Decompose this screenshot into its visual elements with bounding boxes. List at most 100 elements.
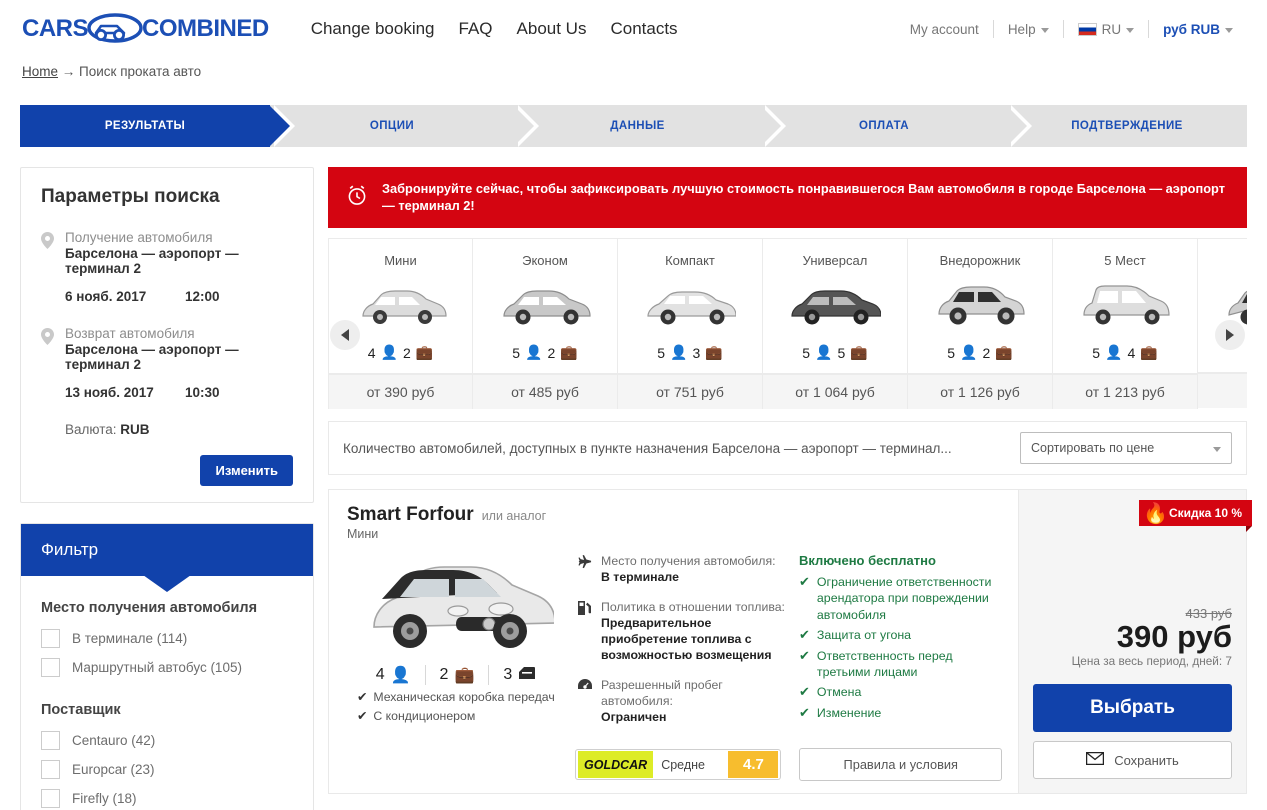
chevron-right-icon: [1226, 329, 1234, 342]
check-icon: ✔: [799, 683, 810, 699]
pickup-block: Получение автомобиля Барселона — аэропор…: [41, 230, 293, 276]
return-label: Возврат автомобиля: [65, 326, 195, 341]
checkbox[interactable]: [41, 629, 60, 648]
included-item: ✔ Защита от угона: [799, 627, 1002, 644]
car-feature-aircon: ✔ С кондиционером: [347, 709, 565, 723]
terms-and-conditions-button[interactable]: Правила и условия: [799, 748, 1002, 782]
breadcrumb: Home → Поиск проката авто: [0, 58, 1267, 79]
filter-option-centauro[interactable]: Centauro (42): [41, 726, 293, 755]
included-item-label: Изменение: [816, 705, 882, 720]
filter-option-in-terminal[interactable]: В терминале (114): [41, 624, 293, 653]
category-card-estate[interactable]: Универсал 5 👤 5 💼 от 1 064 руб: [763, 238, 908, 410]
filter-pointer-icon: [143, 575, 191, 592]
category-car-image: [618, 274, 762, 336]
airplane-icon: [577, 553, 592, 585]
category-card-compact[interactable]: Компакт 5 👤 3 💼 от 751 руб: [618, 238, 763, 410]
category-card-economy[interactable]: Эконом 5 👤 2 💼 от 485 руб: [473, 238, 618, 410]
step-results[interactable]: РЕЗУЛЬТАТЫ: [20, 105, 295, 147]
car-or-similar: или аналог: [481, 509, 547, 524]
envelope-icon: [1086, 752, 1105, 768]
main-navigation: Change booking FAQ About Us Contacts: [311, 19, 678, 39]
car-capacity-row: 4 👤 2 💼 3: [347, 665, 565, 686]
car-class: Мини: [347, 527, 379, 542]
category-body: Компакт 5 👤 3 💼: [618, 238, 762, 375]
check-icon: ✔: [799, 647, 810, 663]
my-account-link[interactable]: My account: [896, 22, 993, 37]
bags-count: 3: [692, 344, 701, 361]
flame-icon: 🔥: [1142, 503, 1168, 526]
availability-text: Количество автомобилей, доступных в пунк…: [343, 440, 952, 456]
check-icon: ✔: [799, 574, 810, 590]
check-icon: ✔: [799, 626, 810, 642]
filter-option-label: Маршрутный автобус (105): [72, 660, 242, 675]
pickup-label: Получение автомобиля: [65, 230, 213, 245]
suitcase-icon: 💼: [454, 667, 475, 685]
step-data[interactable]: ДАННЫЕ: [514, 105, 786, 147]
category-price: от 485 руб: [473, 374, 617, 410]
bags-count: 2: [439, 666, 449, 684]
person-icon: 👤: [390, 667, 411, 685]
step-options[interactable]: ОПЦИИ: [270, 105, 539, 147]
nav-item-faq[interactable]: FAQ: [459, 19, 493, 39]
spec-value: В терминале: [601, 570, 679, 585]
category-body: Универсал 5 👤 5 💼: [763, 238, 907, 375]
checkbox[interactable]: [41, 731, 60, 750]
category-card-5-seats[interactable]: 5 Мест 5 👤 4 💼 от 1 213 руб: [1053, 238, 1198, 410]
checkbox[interactable]: [41, 789, 60, 808]
category-capacity: 5 👤 4 💼: [1053, 336, 1197, 373]
seats-count: 4: [375, 666, 385, 684]
filter-option-label: В терминале (114): [72, 631, 188, 646]
category-card-suv[interactable]: Внедорожник 5 👤 2 💼 от 1 126 руб: [908, 238, 1053, 410]
car-title-row: Smart Forfour или аналог: [347, 504, 1002, 526]
filter-option-label: Europcar (23): [72, 762, 155, 777]
sort-select-value: Сортировать по цене: [1031, 441, 1155, 456]
car-photo: [347, 549, 565, 661]
pickup-datetime: 6 нояб. 2017 12:00: [65, 289, 293, 304]
step-confirmation[interactable]: ПОДТВЕРЖДЕНИЕ: [1007, 105, 1247, 147]
checkbox[interactable]: [41, 658, 60, 677]
seats-count: 5: [1092, 344, 1101, 361]
language-label: RU: [1101, 21, 1122, 37]
checkbox[interactable]: [41, 760, 60, 779]
change-search-button[interactable]: Изменить: [200, 455, 293, 486]
seats-count: 5: [947, 344, 956, 361]
currency-selector[interactable]: руб RUB: [1149, 22, 1247, 37]
included-item: ✔ Отмена: [799, 684, 1002, 701]
nav-item-contacts[interactable]: Contacts: [610, 19, 677, 39]
pickup-date: 6 нояб. 2017: [65, 289, 147, 304]
language-selector[interactable]: RU: [1064, 22, 1149, 37]
included-item: ✔ Ответственность перед третьими лицами: [799, 648, 1002, 680]
category-capacity: 5 👤 2 💼: [473, 336, 617, 373]
map-pin-icon: [41, 326, 55, 372]
suitcase-icon: 💼: [705, 344, 723, 361]
suitcase-icon: 💼: [415, 344, 434, 361]
bags-count: 2: [982, 344, 991, 361]
help-menu[interactable]: Help: [994, 22, 1063, 37]
nav-item-change-booking[interactable]: Change booking: [311, 19, 435, 39]
category-name: Внедорожник: [939, 253, 1021, 269]
logo-text-combined: COMBINED: [142, 15, 269, 42]
rating-score: 4.7: [728, 751, 779, 779]
included-item: ✔ Ограничение ответственности арендатора…: [799, 574, 1002, 622]
select-car-button[interactable]: Выбрать: [1033, 684, 1232, 733]
step-payment[interactable]: ОПЛАТА: [761, 105, 1032, 147]
category-body: Внедорожник 5 👤 2 💼: [908, 238, 1052, 375]
spec-fuel-policy: Политика в отношении топлива: Предварите…: [577, 599, 787, 664]
filter-option-shuttle-bus[interactable]: Маршрутный автобус (105): [41, 653, 293, 682]
chevron-down-icon: [1225, 27, 1233, 33]
filter-option-europcar[interactable]: Europcar (23): [41, 755, 293, 784]
doors-count: 3: [503, 666, 513, 684]
filter-option-firefly[interactable]: Firefly (18): [41, 784, 293, 810]
discount-label: Скидка 10 %: [1168, 506, 1242, 521]
nav-item-about-us[interactable]: About Us: [517, 19, 587, 39]
included-item: ✔ Изменение: [799, 705, 1002, 722]
seats-count: 5: [657, 344, 666, 361]
save-offer-button[interactable]: Сохранить: [1033, 741, 1232, 780]
spec-label: Политика в отношении топлива:: [601, 599, 785, 614]
car-door-icon: [518, 666, 536, 685]
breadcrumb-home-link[interactable]: Home: [22, 64, 58, 79]
logo[interactable]: CARS COMBINED: [22, 12, 269, 46]
supplier-rating-badge[interactable]: GOLDCAR Средне 4.7: [575, 749, 782, 781]
sort-select[interactable]: Сортировать по цене: [1020, 432, 1232, 465]
filter-card: Фильтр Место получения автомобиля В терм…: [20, 523, 314, 810]
